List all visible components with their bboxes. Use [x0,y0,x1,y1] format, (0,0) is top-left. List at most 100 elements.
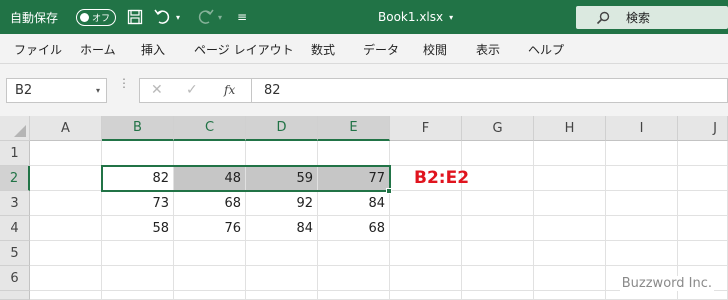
cell-e2[interactable]: 77 [318,166,390,191]
cell-e1[interactable] [318,141,390,166]
undo-button[interactable] [152,0,174,34]
column-header-b[interactable]: B [102,116,174,141]
cell-a5[interactable] [30,241,102,266]
cell-h7[interactable] [534,291,606,300]
cell-d7[interactable] [246,291,318,300]
cell-e5[interactable] [318,241,390,266]
row-header-6[interactable]: 6 [0,266,30,291]
cell-g2[interactable] [462,166,534,191]
customize-qat-icon[interactable]: ≡ [237,0,247,34]
cell-b2[interactable]: 82 [102,166,174,191]
cell-e7[interactable] [318,291,390,300]
cell-f6[interactable] [390,266,462,291]
cell-h2[interactable] [534,166,606,191]
column-header-i[interactable]: I [606,116,678,141]
cell-b4[interactable]: 58 [102,216,174,241]
cell-d5[interactable] [246,241,318,266]
select-all-button[interactable] [0,116,30,141]
cell-c1[interactable] [174,141,246,166]
cell-j7[interactable] [678,291,728,300]
cell-b5[interactable] [102,241,174,266]
autosave-toggle[interactable]: オフ [76,9,116,26]
cell-c6[interactable] [174,266,246,291]
cell-g4[interactable] [462,216,534,241]
cell-a2[interactable] [30,166,102,191]
cell-h6[interactable] [534,266,606,291]
cell-c2[interactable]: 48 [174,166,246,191]
cell-f5[interactable] [390,241,462,266]
row-header-1[interactable]: 1 [0,141,30,166]
cell-e4[interactable]: 68 [318,216,390,241]
column-header-e[interactable]: E [318,116,390,141]
tab-formulas[interactable]: 数式 [311,34,335,64]
tab-page-layout[interactable]: ページ レイアウト [194,34,294,64]
enter-icon[interactable]: ✓ [186,82,198,98]
cell-b6[interactable] [102,266,174,291]
cell-f1[interactable] [390,141,462,166]
cell-i7[interactable] [606,291,678,300]
document-title[interactable]: Book1.xlsx ▾ [378,0,453,34]
cell-d4[interactable]: 84 [246,216,318,241]
tab-file[interactable]: ファイル [14,34,62,64]
name-box[interactable]: B2 ▾ [6,78,107,103]
cell-h1[interactable] [534,141,606,166]
cell-i5[interactable] [606,241,678,266]
row-header-2[interactable]: 2 [0,166,30,191]
cell-j1[interactable] [678,141,728,166]
tab-data[interactable]: データ [363,34,399,64]
insert-function-button[interactable]: fx [224,83,235,97]
column-header-c[interactable]: C [174,116,246,141]
cell-f7[interactable] [390,291,462,300]
cell-g3[interactable] [462,191,534,216]
formula-input[interactable]: 82 [252,78,728,103]
cell-g7[interactable] [462,291,534,300]
cell-i4[interactable] [606,216,678,241]
cell-d2[interactable]: 59 [246,166,318,191]
drag-handle-icon[interactable]: ⋮ [118,77,130,89]
tab-view[interactable]: 表示 [476,34,500,64]
cell-g5[interactable] [462,241,534,266]
cell-d6[interactable] [246,266,318,291]
cell-j4[interactable] [678,216,728,241]
column-header-d[interactable]: D [246,116,318,141]
cell-i1[interactable] [606,141,678,166]
tab-home[interactable]: ホーム [80,34,116,64]
search-box[interactable]: 検索 [576,6,728,29]
cell-e3[interactable]: 84 [318,191,390,216]
column-header-h[interactable]: H [534,116,606,141]
undo-dropdown-icon[interactable]: ▾ [176,0,180,34]
cell-a4[interactable] [30,216,102,241]
cell-e6[interactable] [318,266,390,291]
cell-d1[interactable] [246,141,318,166]
column-header-a[interactable]: A [30,116,102,141]
cell-c4[interactable]: 76 [174,216,246,241]
cell-c7[interactable] [174,291,246,300]
cell-j2[interactable] [678,166,728,191]
cell-a1[interactable] [30,141,102,166]
row-header-7[interactable] [0,291,30,300]
cell-c3[interactable]: 68 [174,191,246,216]
cell-d3[interactable]: 92 [246,191,318,216]
row-header-3[interactable]: 3 [0,191,30,216]
cell-b3[interactable]: 73 [102,191,174,216]
cell-i2[interactable] [606,166,678,191]
cell-j5[interactable] [678,241,728,266]
cell-a3[interactable] [30,191,102,216]
cell-j3[interactable] [678,191,728,216]
column-header-f[interactable]: F [390,116,462,141]
row-header-5[interactable]: 5 [0,241,30,266]
cell-a6[interactable] [30,266,102,291]
cell-f3[interactable] [390,191,462,216]
cell-f4[interactable] [390,216,462,241]
cell-a7[interactable] [30,291,102,300]
cell-h4[interactable] [534,216,606,241]
cell-g6[interactable] [462,266,534,291]
redo-dropdown-icon[interactable]: ▾ [218,0,222,34]
column-header-g[interactable]: G [462,116,534,141]
row-header-4[interactable]: 4 [0,216,30,241]
save-button[interactable] [124,0,146,34]
redo-button[interactable] [194,0,216,34]
cell-h3[interactable] [534,191,606,216]
tab-help[interactable]: ヘルプ [528,34,564,64]
cancel-icon[interactable]: ✕ [151,82,163,98]
